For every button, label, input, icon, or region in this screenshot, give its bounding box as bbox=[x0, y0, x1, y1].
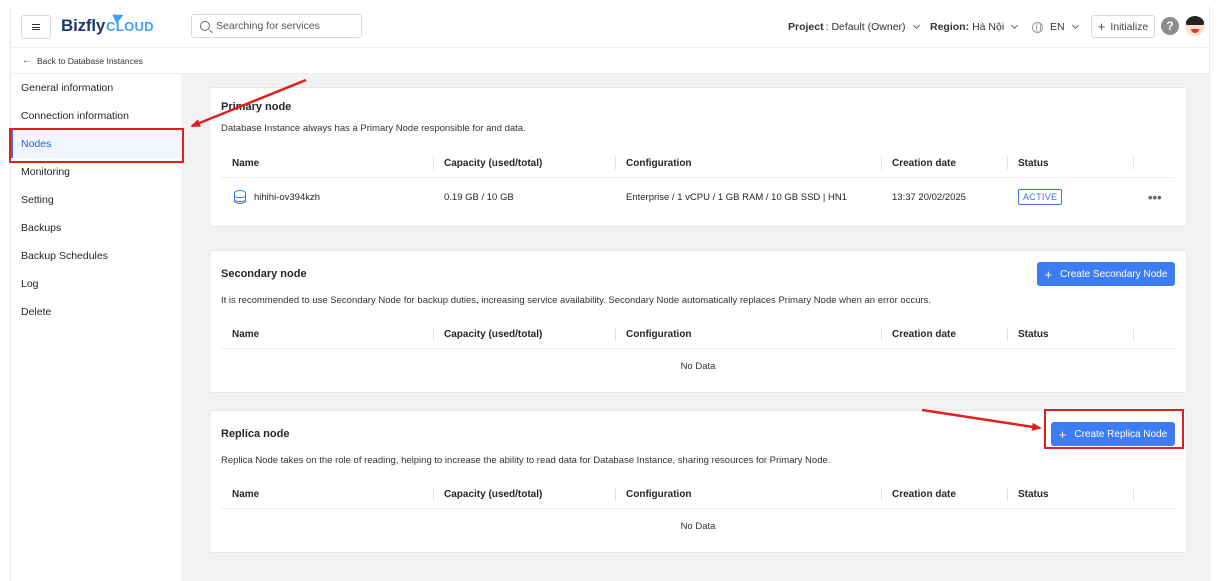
annotation-arrow-replica bbox=[921, 408, 1042, 431]
annotation-arrow-nodes bbox=[190, 78, 307, 128]
annotation-arrows bbox=[190, 78, 1042, 431]
